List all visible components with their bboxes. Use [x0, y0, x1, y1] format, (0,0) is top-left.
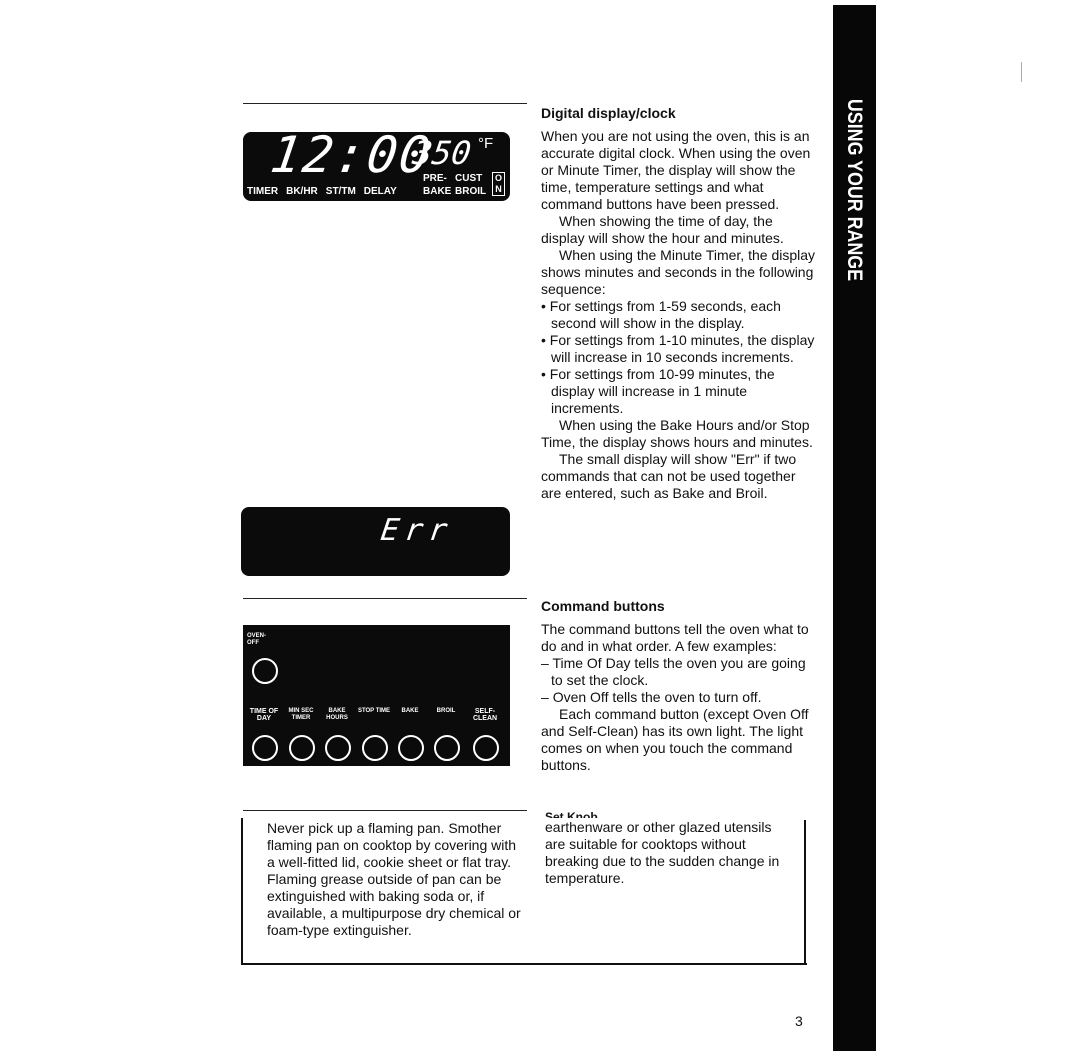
digital-display-section: Digital display/clock When you are not u… — [541, 105, 816, 502]
label-sttm: ST/TM — [325, 186, 356, 197]
paragraph: The small display will show "Err" if two… — [541, 451, 797, 501]
label-delay: DELAY — [363, 186, 397, 197]
command-button[interactable] — [289, 735, 315, 761]
dash-item: – Time Of Day tells the oven you are goi… — [541, 655, 806, 688]
clock-temp: 350 — [410, 134, 474, 172]
paragraph: When using the Bake Hours and/or Stop Ti… — [541, 417, 813, 450]
command-button[interactable] — [398, 735, 424, 761]
command-button[interactable] — [252, 735, 278, 761]
dash-item: – Oven Off tells the oven to turn off. — [541, 689, 762, 705]
oven-off-button[interactable] — [252, 658, 278, 684]
page-number: 3 — [795, 1013, 803, 1029]
section-heading: Command buttons — [541, 598, 665, 614]
margin-mark — [1021, 62, 1022, 82]
oven-off-label: OVEN- OFF — [247, 633, 267, 646]
side-tab-label: USING YOUR RANGE — [843, 98, 867, 282]
box-border — [241, 818, 243, 965]
button-label: BROIL — [436, 708, 456, 714]
button-label: MIN SEC TIMER — [288, 708, 314, 721]
section-heading: Digital display/clock — [541, 105, 676, 121]
paragraph: When you are not using the oven, this is… — [541, 128, 811, 212]
command-button[interactable] — [362, 735, 388, 761]
command-buttons-section: Command buttons The command buttons tell… — [541, 598, 816, 774]
button-label: STOP TIME — [357, 708, 391, 714]
label-timer: TIMER — [247, 186, 279, 197]
command-button[interactable] — [473, 735, 499, 761]
bullet-item: • For settings from 1-59 seconds, each s… — [541, 298, 781, 331]
divider — [243, 598, 527, 599]
bullet-item: • For settings from 1-10 minutes, the di… — [541, 332, 815, 365]
box-border — [804, 820, 806, 965]
clock-time: 12:00 — [266, 126, 436, 184]
set-knob-heading: Set Knob — [545, 810, 598, 818]
command-button[interactable] — [434, 735, 460, 761]
label-bkhr: BK/HR — [286, 186, 318, 197]
button-label: TIME OF DAY — [249, 708, 279, 722]
pre-bake-label: PRE- BAKE — [423, 173, 452, 197]
err-text: Err — [378, 513, 456, 548]
button-label: BAKE HOURS — [326, 708, 348, 721]
warning-right: earthenware or other glazed utensils are… — [545, 819, 780, 886]
err-display: Err — [241, 507, 510, 576]
box-border — [241, 963, 807, 965]
paragraph: The command buttons tell the oven what t… — [541, 621, 809, 654]
divider — [243, 103, 527, 104]
paragraph: Each command button (except Oven Off and… — [541, 706, 809, 773]
bullet-item: • For settings from 10-99 minutes, the d… — [541, 366, 775, 416]
divider — [243, 810, 527, 811]
paragraph: When using the Minute Timer, the display… — [541, 247, 816, 297]
button-label: BAKE — [401, 708, 419, 714]
paragraph: When showing the time of day, the displa… — [541, 213, 784, 246]
on-indicator: ON — [492, 172, 505, 196]
button-label: SELF- CLEAN — [472, 708, 498, 722]
temp-unit: °F — [478, 135, 494, 152]
command-button[interactable] — [325, 735, 351, 761]
warning-left: Never pick up a flaming pan. Smother fla… — [267, 820, 521, 938]
command-buttons-panel: OVEN- OFF TIME OF DAY MIN SEC TIMER BAKE H… — [243, 625, 510, 766]
mode-labels: TIMER BK/HR ST/TM DELAY — [247, 186, 397, 197]
cust-broil-label: CUST BROIL — [455, 173, 487, 197]
clock-display: 12:00 350 °F TIMER BK/HR ST/TM DELAY PRE… — [243, 126, 510, 201]
